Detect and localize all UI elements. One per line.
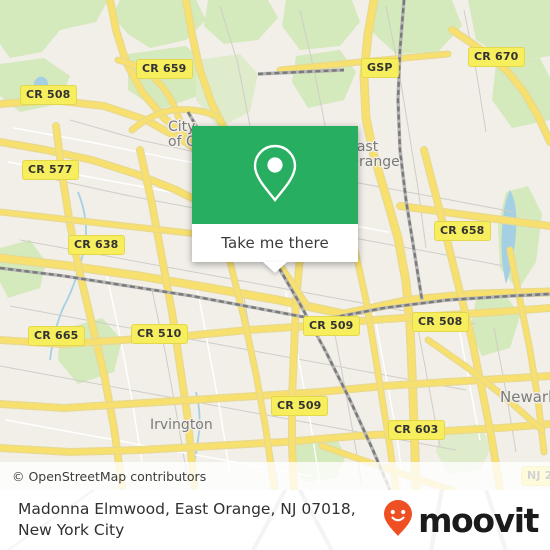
bottom-info-bar: Madonna Elmwood, East Orange, NJ 07018, …: [0, 490, 550, 550]
take-me-there-label: Take me there: [221, 234, 329, 252]
map-attribution-bar: © OpenStreetMap contributors: [0, 462, 550, 490]
popup-action-bar[interactable]: Take me there: [192, 224, 358, 262]
shield-cr-658[interactable]: CR 658: [434, 221, 491, 241]
map-pin-icon: [249, 142, 301, 209]
shield-cr-510[interactable]: CR 510: [131, 324, 188, 344]
popup-header: [192, 126, 358, 224]
shield-cr-638[interactable]: CR 638: [68, 235, 125, 255]
moovit-wordmark: moovit: [418, 500, 539, 540]
address-text: Madonna Elmwood, East Orange, NJ 07018, …: [18, 500, 356, 539]
shield-cr-603[interactable]: CR 603: [388, 420, 445, 440]
shield-cr-659[interactable]: CR 659: [136, 59, 193, 79]
shield-cr-665[interactable]: CR 665: [28, 326, 85, 346]
moovit-logo[interactable]: moovit: [383, 499, 539, 542]
location-popup-card[interactable]: Take me there: [192, 126, 358, 273]
shield-cr-670[interactable]: CR 670: [468, 47, 525, 67]
shield-cr-508-nw[interactable]: CR 508: [20, 85, 77, 105]
moovit-pin-icon: [383, 499, 413, 542]
map-canvas[interactable]: .bg { fill:#f2efe9; } .park { fill:#cfe7…: [0, 0, 550, 490]
moovit-map-screenshot: .bg { fill:#f2efe9; } .park { fill:#cfe7…: [0, 0, 550, 550]
openstreetmap-attribution[interactable]: © OpenStreetMap contributors: [12, 469, 206, 484]
shield-cr-509-upper[interactable]: CR 509: [303, 316, 360, 336]
shield-cr-508-e[interactable]: CR 508: [412, 312, 469, 332]
shield-cr-577[interactable]: CR 577: [22, 160, 79, 180]
shield-cr-509-lower[interactable]: CR 509: [271, 396, 328, 416]
shield-gsp[interactable]: GSP: [361, 58, 399, 78]
popup-tail-pointer: [263, 262, 287, 273]
